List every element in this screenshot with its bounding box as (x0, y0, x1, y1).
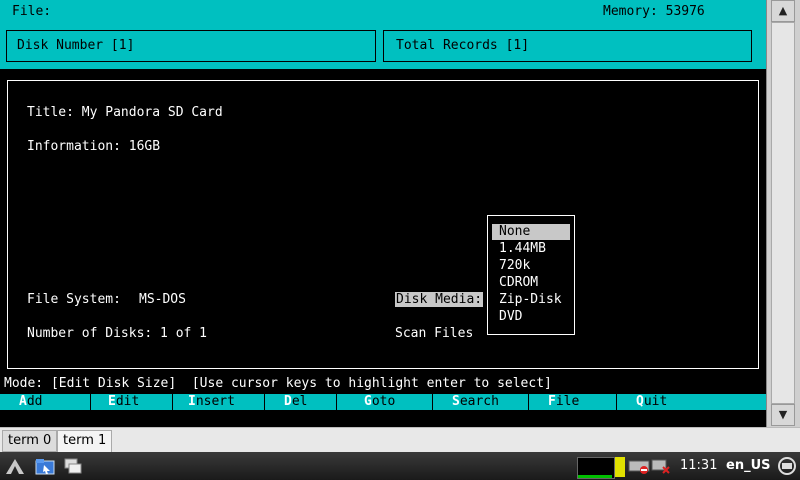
terminal-scrollbar[interactable]: ▲ ▼ (766, 0, 800, 427)
file-manager-icon[interactable] (34, 456, 56, 476)
edit-command[interactable]: Edit (90, 394, 172, 410)
file-label: File: (12, 4, 52, 19)
search-command[interactable]: Search (432, 394, 528, 410)
windows-icon[interactable] (62, 456, 84, 476)
terminal-window[interactable]: File: Memory: 53976 Disk Number [1] Tota… (0, 0, 766, 427)
mode-status-line: Mode: [Edit Disk Size] [Use cursor keys … (4, 376, 552, 391)
scroll-down-arrow-icon[interactable]: ▼ (771, 404, 795, 426)
information-field[interactable]: Information: 16GB (27, 139, 160, 154)
title-field[interactable]: Title: My Pandora SD Card (27, 105, 223, 120)
add-command[interactable]: Add (0, 394, 90, 410)
memory-readout: Memory: 53976 (603, 4, 705, 19)
dropdown-option-none[interactable]: None (492, 224, 570, 240)
scan-files-option[interactable]: Scan Files (395, 326, 473, 341)
cpu-monitor-icon (577, 457, 615, 479)
menu-logo-icon[interactable] (4, 456, 26, 476)
clock[interactable]: 11:31 (680, 458, 717, 473)
goto-command[interactable]: Goto (336, 394, 432, 410)
total-records-field: Total Records [1] (383, 30, 752, 62)
number-of-disks-field[interactable]: Number of Disks: 1 of 1 (27, 326, 207, 341)
network-icon[interactable] (650, 456, 672, 476)
taskbar: 11:31 en_US (0, 452, 800, 480)
dropdown-option-zip-disk[interactable]: Zip-Disk (492, 292, 570, 308)
tab-term-1[interactable]: term 1 (57, 430, 113, 452)
disk-media-label[interactable]: Disk Media: (395, 292, 484, 307)
file-command[interactable]: File (528, 394, 616, 410)
battery-icon (615, 457, 625, 477)
terminal-tab-bar: term 0 term 1 (0, 427, 800, 452)
header-band: Disk Number [1] Total Records [1] (0, 23, 766, 69)
file-system-value[interactable]: MS-DOS (139, 292, 186, 307)
dropdown-option-720k[interactable]: 720k (492, 258, 570, 274)
scrollbar-thumb[interactable] (771, 22, 795, 404)
keyboard-icon[interactable] (628, 456, 650, 476)
disk-number-field: Disk Number [1] (6, 30, 376, 62)
scroll-up-arrow-icon[interactable]: ▲ (771, 0, 795, 22)
function-key-bar: Add Edit Insert Del Goto Search File Qui… (0, 394, 766, 410)
insert-command[interactable]: Insert (172, 394, 264, 410)
dropdown-option-cdrom[interactable]: CDROM (492, 275, 570, 291)
disk-media-dropdown[interactable]: None 1.44MB 720k CDROM Zip-Disk DVD (487, 215, 575, 335)
menu-bar: File: Memory: 53976 (0, 0, 766, 23)
screen-icon[interactable] (776, 456, 798, 476)
dropdown-option-1-44mb[interactable]: 1.44MB (492, 241, 570, 257)
delete-command[interactable]: Del (264, 394, 336, 410)
file-system-label: File System: (27, 292, 121, 307)
tab-term-0[interactable]: term 0 (2, 430, 58, 452)
quit-command[interactable]: Quit (616, 394, 766, 410)
keyboard-locale[interactable]: en_US (726, 458, 771, 473)
dropdown-option-dvd[interactable]: DVD (492, 309, 570, 325)
